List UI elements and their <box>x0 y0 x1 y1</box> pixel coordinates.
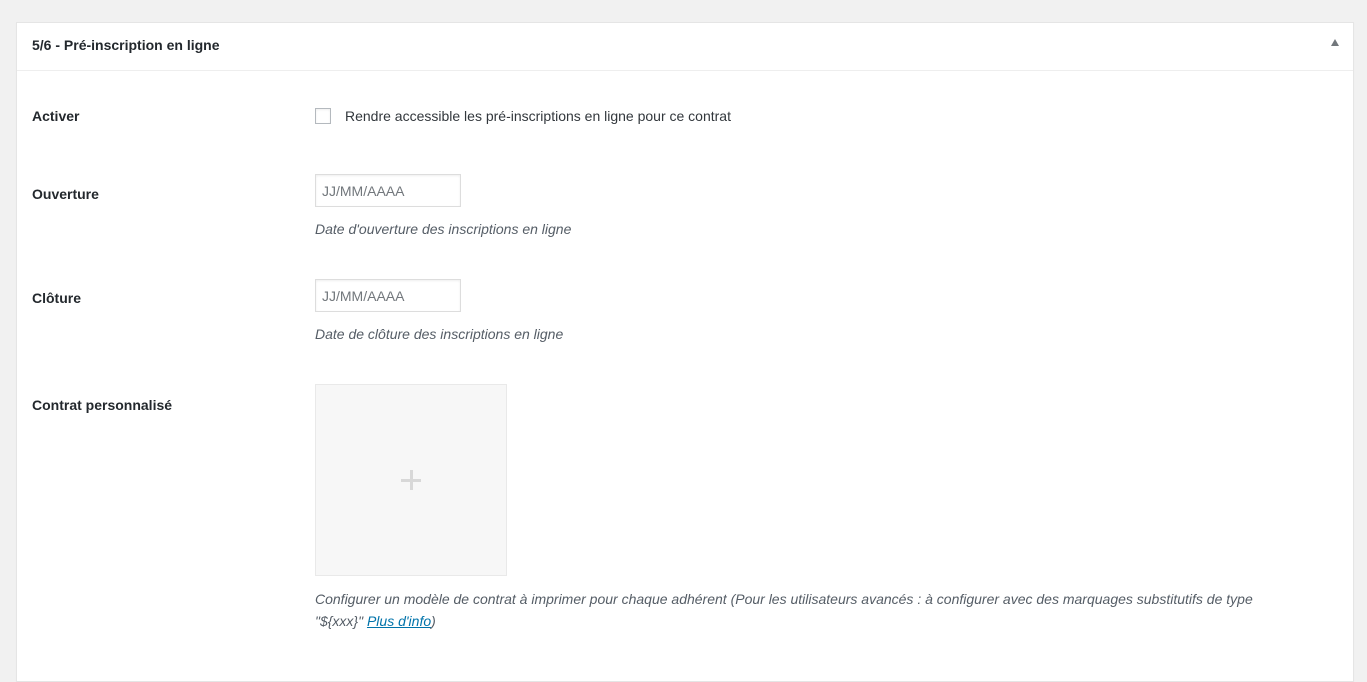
opening-description: Date d'ouverture des inscriptions en lig… <box>315 221 572 237</box>
metabox-preinscription: 5/6 - Pré-inscription en ligne Activer R… <box>16 22 1354 682</box>
opening-date-input[interactable] <box>315 174 461 207</box>
activate-checkbox-label[interactable]: Rendre accessible les pré-inscriptions e… <box>345 108 731 124</box>
activate-label: Activer <box>32 108 80 124</box>
opening-label: Ouverture <box>32 186 99 202</box>
custom-contract-description: Configurer un modèle de contrat à imprim… <box>315 588 1275 632</box>
closing-label: Clôture <box>32 290 81 306</box>
metabox-header[interactable]: 5/6 - Pré-inscription en ligne <box>17 23 1353 71</box>
custom-contract-description-text: Configurer un modèle de contrat à imprim… <box>315 591 1253 629</box>
metabox-title: 5/6 - Pré-inscription en ligne <box>32 37 220 53</box>
contract-upload-button[interactable] <box>315 384 507 576</box>
custom-contract-label: Contrat personnalisé <box>32 397 173 413</box>
triangle-up-icon[interactable] <box>1331 39 1339 46</box>
closing-description: Date de clôture des inscriptions en lign… <box>315 326 564 342</box>
activate-checkbox[interactable] <box>315 108 331 124</box>
custom-contract-description-end: ) <box>431 613 436 629</box>
more-info-link[interactable]: Plus d'info <box>367 613 431 629</box>
plus-icon-vertical <box>410 470 413 490</box>
closing-date-input[interactable] <box>315 279 461 312</box>
